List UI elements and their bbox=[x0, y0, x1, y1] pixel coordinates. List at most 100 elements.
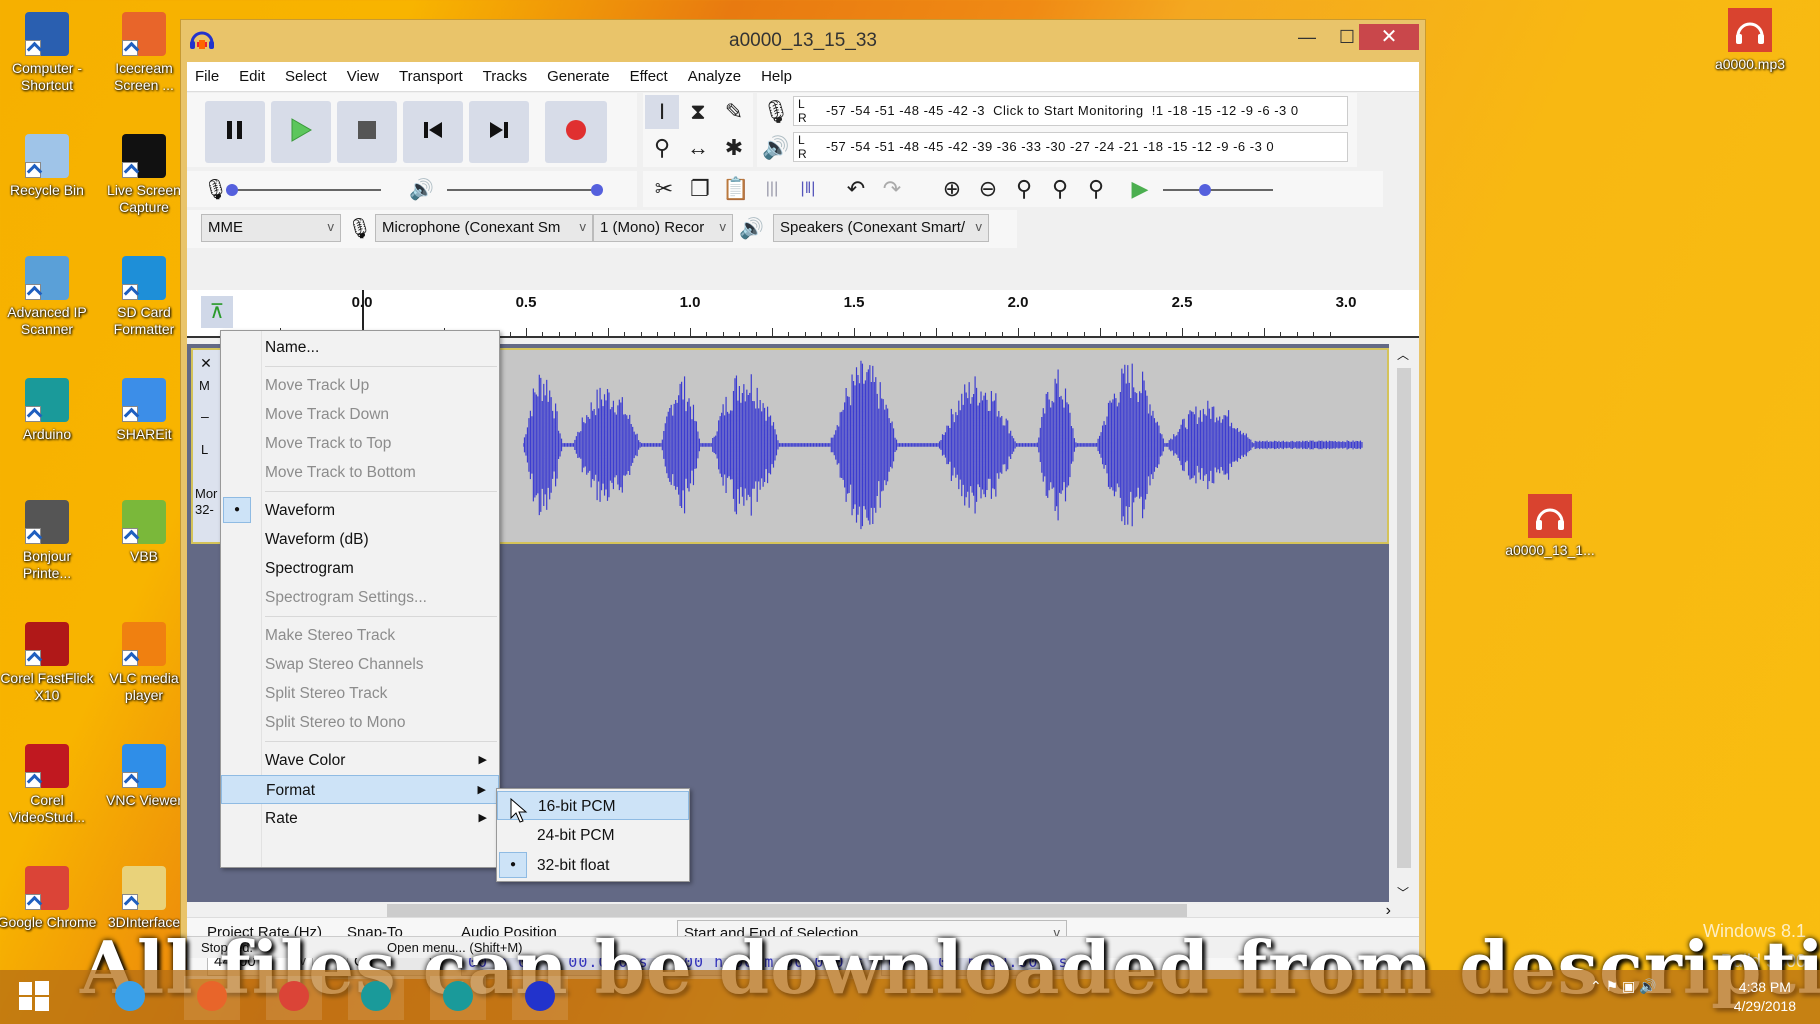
draw-tool-icon[interactable]: ✎ bbox=[717, 95, 751, 129]
scroll-down-icon[interactable]: ﹀ bbox=[1397, 884, 1409, 901]
fit-project-icon[interactable]: ⚲ bbox=[1043, 172, 1077, 206]
play-speed-slider[interactable] bbox=[1163, 184, 1273, 196]
copy-icon[interactable]: ❐ bbox=[683, 172, 717, 206]
playback-meter-speaker-icon[interactable]: 🔊 bbox=[759, 131, 793, 165]
desktop-icon[interactable]: Bonjour Printe... bbox=[0, 500, 97, 582]
trim-icon[interactable]: ||| bbox=[755, 172, 789, 206]
context-menu-item-waveform[interactable]: Waveform ● bbox=[221, 496, 499, 525]
desktop-icon[interactable]: a0000_13_1... bbox=[1500, 494, 1600, 559]
multi-tool-icon[interactable]: ✱ bbox=[717, 131, 751, 165]
gain-slider-label[interactable]: – bbox=[201, 408, 209, 424]
stop-button[interactable] bbox=[337, 101, 397, 163]
menu-analyze[interactable]: Analyze bbox=[688, 68, 741, 85]
menu-help[interactable]: Help bbox=[761, 68, 792, 85]
close-button[interactable]: ✕ bbox=[1359, 24, 1419, 50]
menu-select[interactable]: Select bbox=[285, 68, 327, 85]
vertical-scrollbar[interactable]: ︿ ﹀ bbox=[1389, 344, 1419, 904]
undo-icon[interactable]: ↶ bbox=[839, 172, 873, 206]
pan-slider-label[interactable]: L bbox=[201, 442, 208, 457]
menu-file[interactable]: File bbox=[195, 68, 219, 85]
context-menu-item-split-stereo-to-mono[interactable]: Split Stereo to Mono bbox=[221, 708, 499, 737]
context-menu-item-format[interactable]: Format ▶ bbox=[221, 775, 499, 804]
context-menu-item-name[interactable]: Name... bbox=[221, 333, 499, 362]
minimize-button[interactable]: — bbox=[1287, 24, 1327, 50]
context-menu-item-move-track-up[interactable]: Move Track Up bbox=[221, 371, 499, 400]
envelope-tool-icon[interactable]: ⧗ bbox=[681, 95, 715, 129]
desktop-icon[interactable]: Icecream Screen ... bbox=[94, 12, 194, 94]
desktop-icon[interactable]: VLC media player bbox=[94, 622, 194, 704]
context-menu-item-move-track-to-bottom[interactable]: Move Track to Bottom bbox=[221, 458, 499, 487]
desktop-icon[interactable]: VNC Viewer bbox=[94, 744, 194, 809]
format-option-32-bit-float[interactable]: 32-bit float ● bbox=[497, 851, 689, 880]
desktop-icon[interactable]: Recycle Bin bbox=[0, 134, 97, 199]
scroll-up-icon[interactable]: ︿ bbox=[1397, 346, 1409, 363]
audio-host-select[interactable]: MME bbox=[201, 214, 341, 242]
desktop-icon[interactable]: Computer - Shortcut bbox=[0, 12, 97, 94]
skip-to-start-button[interactable] bbox=[403, 101, 463, 163]
context-menu-item-rate[interactable]: Rate ▶ bbox=[221, 804, 499, 833]
waveform[interactable] bbox=[523, 354, 1363, 536]
zoom-toggle-icon[interactable]: ⚲ bbox=[1079, 172, 1113, 206]
context-menu-item-split-stereo-track[interactable]: Split Stereo Track bbox=[221, 679, 499, 708]
zoom-tool-icon[interactable]: ⚲ bbox=[645, 131, 679, 165]
play-at-speed-icon[interactable]: ▶ bbox=[1123, 172, 1157, 206]
zoom-out-icon[interactable]: ⊖ bbox=[971, 172, 1005, 206]
pin-icon[interactable]: ⊼ bbox=[201, 296, 233, 328]
slider-thumb[interactable] bbox=[226, 184, 238, 196]
icecream-screen-taskbar-button[interactable] bbox=[184, 976, 240, 1020]
desktop-icon[interactable]: SHAREit bbox=[94, 378, 194, 443]
skip-to-end-button[interactable] bbox=[469, 101, 529, 163]
silence-icon[interactable]: |‖| bbox=[791, 172, 825, 206]
context-menu-item-make-stereo-track[interactable]: Make Stereo Track bbox=[221, 621, 499, 650]
recording-volume-slider[interactable] bbox=[226, 184, 381, 196]
track-close-button[interactable]: ✕ bbox=[195, 352, 217, 374]
internet-explorer-taskbar-button[interactable] bbox=[102, 976, 158, 1020]
context-menu-item-wave-color[interactable]: Wave Color ▶ bbox=[221, 746, 499, 775]
arduino-taskbar-button[interactable] bbox=[348, 976, 404, 1020]
pause-button[interactable] bbox=[205, 101, 265, 163]
context-menu-item-move-track-to-top[interactable]: Move Track to Top bbox=[221, 429, 499, 458]
scroll-thumb[interactable] bbox=[1397, 368, 1411, 868]
slider-thumb[interactable] bbox=[1199, 184, 1211, 196]
time-shift-tool-icon[interactable]: ↔ bbox=[681, 131, 715, 165]
desktop-icon[interactable]: 3DInterface bbox=[94, 866, 194, 931]
cut-icon[interactable]: ✂ bbox=[647, 172, 681, 206]
playback-meter[interactable]: LR -57 -54 -51 -48 -45 -42 -39 -36 -33 -… bbox=[793, 132, 1348, 162]
desktop-icon[interactable]: Corel VideoStud... bbox=[0, 744, 97, 826]
context-menu-item-waveform-db[interactable]: Waveform (dB) bbox=[221, 525, 499, 554]
menu-transport[interactable]: Transport bbox=[399, 68, 463, 85]
selection-tool-icon[interactable]: I bbox=[645, 95, 679, 129]
arduino-taskbar-button[interactable] bbox=[430, 976, 486, 1020]
play-button[interactable] bbox=[271, 101, 331, 163]
context-menu-item-spectrogram-settings[interactable]: Spectrogram Settings... bbox=[221, 583, 499, 612]
audacity-taskbar-button[interactable] bbox=[512, 976, 568, 1020]
desktop-icon[interactable]: a0000.mp3 bbox=[1700, 8, 1800, 73]
mute-button[interactable]: M bbox=[199, 378, 219, 393]
zoom-in-icon[interactable]: ⊕ bbox=[935, 172, 969, 206]
clock[interactable]: 4:38 PM 4/29/2018 bbox=[1734, 978, 1796, 1016]
menu-view[interactable]: View bbox=[347, 68, 379, 85]
context-menu-item-swap-stereo-channels[interactable]: Swap Stereo Channels bbox=[221, 650, 499, 679]
desktop-icon[interactable]: Advanced IP Scanner bbox=[0, 256, 97, 338]
record-button[interactable] bbox=[545, 101, 607, 163]
start-monitoring-prompt[interactable]: Click to Start Monitoring bbox=[993, 103, 1144, 118]
paste-icon[interactable]: 📋 bbox=[719, 172, 753, 206]
start-taskbar-button[interactable] bbox=[6, 976, 62, 1020]
desktop-icon[interactable]: Google Chrome bbox=[0, 866, 97, 931]
menu-edit[interactable]: Edit bbox=[239, 68, 265, 85]
playback-device-select[interactable]: Speakers (Conexant Smart/ bbox=[773, 214, 989, 242]
title-bar[interactable]: a0000_13_15_33 — ☐ ✕ bbox=[181, 20, 1425, 62]
redo-icon[interactable]: ↷ bbox=[875, 172, 909, 206]
recording-device-select[interactable]: Microphone (Conexant Sm bbox=[375, 214, 593, 242]
desktop-icon[interactable]: SD Card Formatter bbox=[94, 256, 194, 338]
context-menu-item-spectrogram[interactable]: Spectrogram bbox=[221, 554, 499, 583]
record-meter[interactable]: LR -57 -54 -51 -48 -45 -42 -3 Click to S… bbox=[793, 96, 1348, 126]
desktop-icon[interactable]: Arduino bbox=[0, 378, 97, 443]
menu-effect[interactable]: Effect bbox=[630, 68, 668, 85]
slider-thumb[interactable] bbox=[591, 184, 603, 196]
record-meter-mic-icon[interactable]: 🎙 bbox=[759, 95, 793, 129]
playback-volume-slider[interactable] bbox=[447, 184, 603, 196]
desktop-icon[interactable]: VBB bbox=[94, 500, 194, 565]
desktop-icon[interactable]: Live Screen Capture bbox=[94, 134, 194, 216]
fit-selection-icon[interactable]: ⚲ bbox=[1007, 172, 1041, 206]
